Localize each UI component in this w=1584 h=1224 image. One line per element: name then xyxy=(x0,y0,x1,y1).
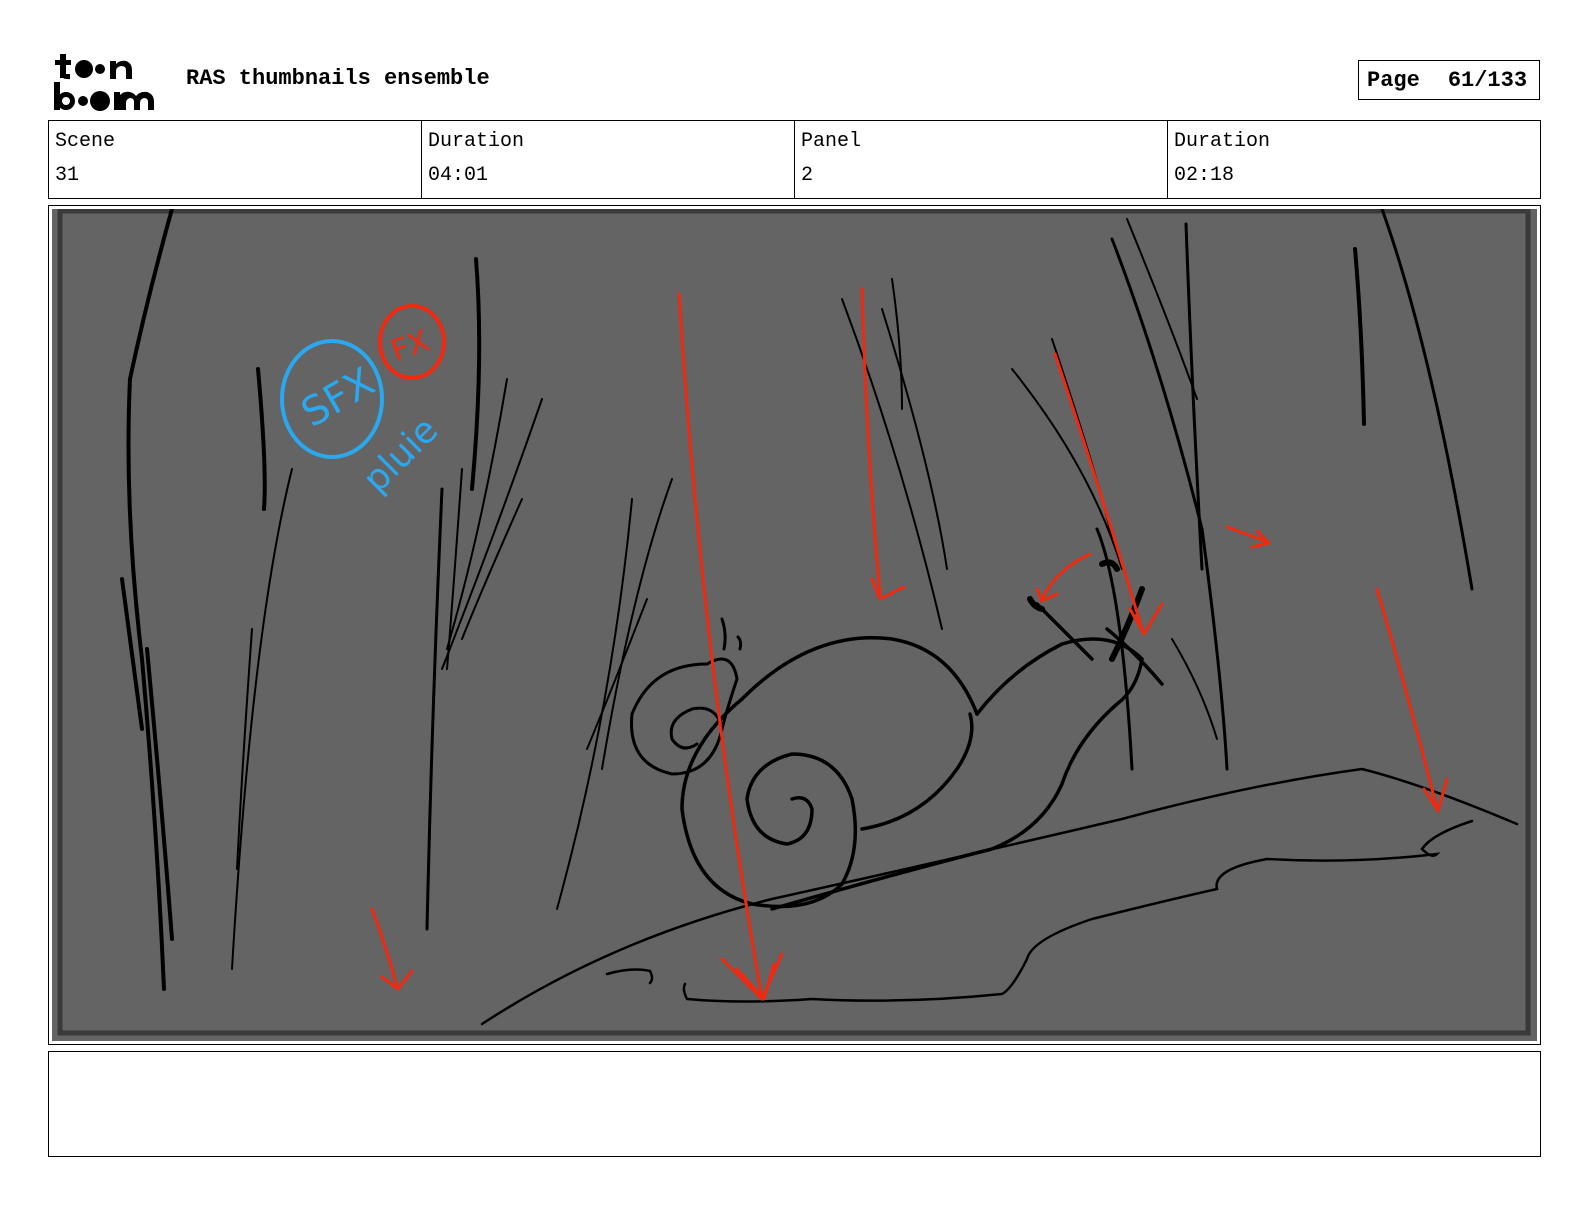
page-number: 61/133 xyxy=(1447,67,1528,93)
panel-duration-cell: Duration 02:18 xyxy=(1168,121,1540,198)
panel-label: Panel xyxy=(801,130,862,153)
page-label: Page xyxy=(1367,67,1420,93)
scene-duration-label: Duration xyxy=(428,130,525,153)
panel-duration-value: 02:18 xyxy=(1174,164,1235,187)
scene-info-table: Scene 31 Duration 04:01 Panel 2 Duration… xyxy=(48,120,1541,199)
scene-cell: Scene 31 xyxy=(49,121,422,198)
panel-duration-label: Duration xyxy=(1174,130,1271,153)
page-indicator: Page 61/133 xyxy=(1358,60,1540,100)
toonboom-logo xyxy=(54,54,154,111)
scene-value: 31 xyxy=(55,164,80,187)
scene-label: Scene xyxy=(55,130,116,153)
scene-duration-value: 04:01 xyxy=(428,164,489,187)
project-title: RAS thumbnails ensemble xyxy=(186,66,490,91)
panel-cell: Panel 2 xyxy=(795,121,1168,198)
scene-duration-cell: Duration 04:01 xyxy=(422,121,795,198)
panel-notes-box xyxy=(48,1051,1541,1157)
panel-value: 2 xyxy=(801,164,814,187)
storyboard-panel-image: SFX pluie FX xyxy=(52,209,1537,1041)
